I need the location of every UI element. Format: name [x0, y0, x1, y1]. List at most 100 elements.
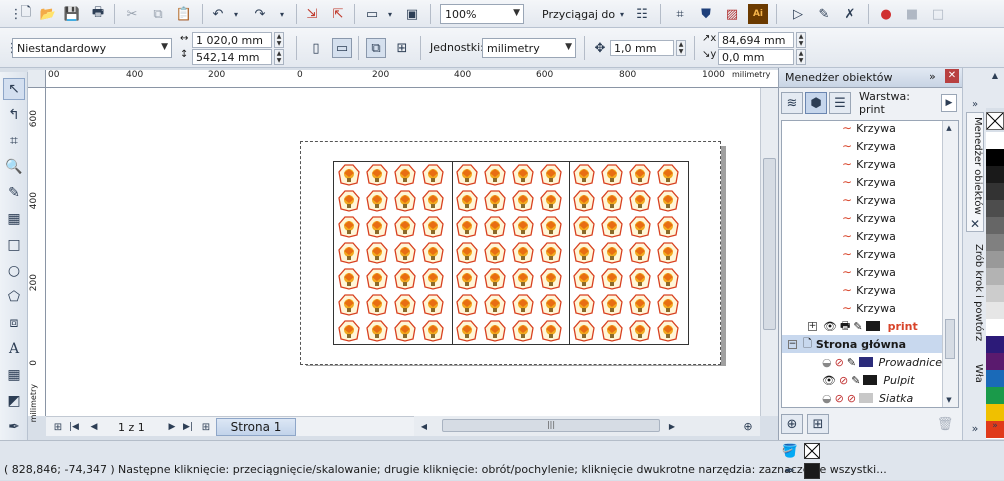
- sticker-shape[interactable]: [338, 190, 360, 212]
- snap-to-label[interactable]: Przyciągaj do: [542, 8, 615, 21]
- pencil-icon[interactable]: ✎: [847, 356, 856, 369]
- sticker-shape[interactable]: [629, 242, 651, 264]
- sticker-shape[interactable]: [366, 242, 388, 264]
- sticker-shape[interactable]: [456, 190, 478, 212]
- zoom-level-select[interactable]: 100% ▼: [440, 4, 524, 24]
- fill-color-swatch[interactable]: [804, 443, 820, 459]
- object-tree[interactable]: ∼ Krzywa ∼ Krzywa ∼ Krzywa ∼ Krzywa ∼ Krzywa ∼ Krzy…: [781, 120, 959, 408]
- sticker-shape[interactable]: [394, 294, 416, 316]
- palette-swatch[interactable]: [986, 149, 1004, 167]
- new-layer-icon[interactable]: ⊕: [781, 414, 803, 434]
- dup-y-stepper[interactable]: ▲ ▼: [796, 49, 806, 65]
- export-icon[interactable]: ⇱: [328, 4, 348, 24]
- sticker-shape[interactable]: [366, 216, 388, 238]
- double-chevron-right-icon[interactable]: »: [929, 70, 936, 83]
- sticker-shape[interactable]: [484, 190, 506, 212]
- previous-page-icon[interactable]: ◀: [84, 417, 104, 437]
- sticker-shape[interactable]: [338, 294, 360, 316]
- master-page-row[interactable]: − 🗋 Strona główna: [782, 335, 942, 353]
- object-row-curve[interactable]: ∼ Krzywa: [782, 155, 942, 173]
- sticker-shape[interactable]: [394, 320, 416, 342]
- palette-swatch[interactable]: [986, 285, 1004, 303]
- expand-icon[interactable]: +: [808, 321, 817, 331]
- scroll-thumb[interactable]: [945, 319, 955, 359]
- page-height-field[interactable]: 542,14 mm: [192, 49, 272, 65]
- sticker-shape[interactable]: [394, 216, 416, 238]
- illustrator-icon[interactable]: Ai: [748, 4, 768, 24]
- sticker-shape[interactable]: [512, 164, 534, 186]
- record-icon[interactable]: ●: [876, 4, 896, 24]
- units-select[interactable]: milimetry ▼: [482, 38, 576, 58]
- outline-pen-icon[interactable]: ✒: [780, 461, 800, 481]
- scroll-thumb[interactable]: [763, 158, 776, 330]
- corel-connect-icon[interactable]: ⌗: [670, 4, 690, 24]
- sticker-shape[interactable]: [601, 320, 623, 342]
- printer-icon[interactable]: 🖶: [840, 317, 850, 336]
- rectangle-tool-icon[interactable]: □: [3, 234, 25, 256]
- eye-closed-icon[interactable]: ◒: [822, 356, 832, 369]
- palette-swatch[interactable]: [986, 132, 1004, 150]
- no-edit-icon[interactable]: ⊘: [847, 392, 856, 405]
- double-chevron-right-icon[interactable]: »: [965, 418, 985, 438]
- eyedropper-tool-icon[interactable]: ✒: [3, 416, 25, 438]
- sticker-shape[interactable]: [601, 242, 623, 264]
- freehand-tool-icon[interactable]: ✎: [3, 182, 25, 204]
- snap-dropdown-icon[interactable]: ▾: [612, 4, 632, 24]
- sticker-shape[interactable]: [540, 190, 562, 212]
- sticker-shape[interactable]: [456, 242, 478, 264]
- cut-icon[interactable]: ✂: [122, 4, 142, 24]
- macro-editor-icon[interactable]: ✎: [814, 4, 834, 24]
- new-master-layer-icon[interactable]: ⊞: [807, 414, 829, 434]
- sticker-shape[interactable]: [422, 216, 444, 238]
- width-stepper[interactable]: ▲ ▼: [274, 32, 284, 48]
- palette-swatch[interactable]: [986, 234, 1004, 252]
- sticker-shape[interactable]: [657, 190, 679, 212]
- sticker-shape[interactable]: [366, 190, 388, 212]
- sticker-shape[interactable]: [484, 164, 506, 186]
- sticker-shape[interactable]: [540, 216, 562, 238]
- docker-menu-icon[interactable]: ▶: [941, 94, 957, 112]
- sticker-shape[interactable]: [456, 294, 478, 316]
- import-icon[interactable]: ⇲: [302, 4, 322, 24]
- double-chevron-right-icon[interactable]: »: [965, 94, 985, 114]
- edit-across-layers-icon[interactable]: ⬢: [805, 92, 827, 114]
- object-row-curve[interactable]: ∼ Krzywa: [782, 137, 942, 155]
- layer-row-print[interactable]: + 👁 🖶 ✎ print: [782, 317, 944, 335]
- sticker-shape[interactable]: [657, 268, 679, 290]
- portrait-icon[interactable]: ▯: [306, 38, 326, 58]
- palette-swatch[interactable]: [986, 353, 1004, 371]
- zoom-navigator-icon[interactable]: ⊕: [738, 416, 758, 436]
- sticker-shape[interactable]: [540, 268, 562, 290]
- sticker-shape[interactable]: [573, 294, 595, 316]
- sticker-shape[interactable]: [394, 242, 416, 264]
- drawing-canvas[interactable]: [46, 88, 760, 416]
- sticker-shape[interactable]: [601, 268, 623, 290]
- scroll-down-icon[interactable]: ▼: [941, 393, 957, 407]
- sticker-shape[interactable]: [338, 320, 360, 342]
- sticker-shape[interactable]: [338, 164, 360, 186]
- object-row-curve[interactable]: ∼ Krzywa: [782, 191, 942, 209]
- add-page-after-icon[interactable]: ⊞: [196, 417, 216, 437]
- open-icon[interactable]: 📂: [38, 4, 58, 24]
- sticker-shape[interactable]: [338, 242, 360, 264]
- sticker-shape[interactable]: [422, 164, 444, 186]
- sticker-shape[interactable]: [422, 294, 444, 316]
- macro-manager-icon[interactable]: ✗: [840, 4, 860, 24]
- options-icon[interactable]: ☷: [632, 4, 652, 24]
- layer-row-guides[interactable]: ◒ ⊘ ✎ Prowadnice: [782, 353, 942, 371]
- palette-swatch[interactable]: [986, 370, 1004, 388]
- sticker-shape[interactable]: [512, 294, 534, 316]
- eye-icon[interactable]: 👁: [823, 320, 837, 333]
- object-row-curve[interactable]: ∼ Krzywa: [782, 263, 942, 281]
- sticker-shape[interactable]: [573, 320, 595, 342]
- layer-row-grid[interactable]: ◒ ⊘ ⊘ Siatka: [782, 389, 942, 407]
- sticker-shape[interactable]: [512, 216, 534, 238]
- nudge-stepper[interactable]: ▲ ▼: [676, 40, 686, 56]
- current-page-icon[interactable]: ⊞: [392, 38, 412, 58]
- sticker-shape[interactable]: [456, 164, 478, 186]
- sticker-sheet[interactable]: [333, 161, 689, 345]
- sticker-shape[interactable]: [601, 190, 623, 212]
- sticker-shape[interactable]: [512, 190, 534, 212]
- sticker-shape[interactable]: [629, 320, 651, 342]
- undo-dropdown-icon[interactable]: ▾: [226, 4, 246, 24]
